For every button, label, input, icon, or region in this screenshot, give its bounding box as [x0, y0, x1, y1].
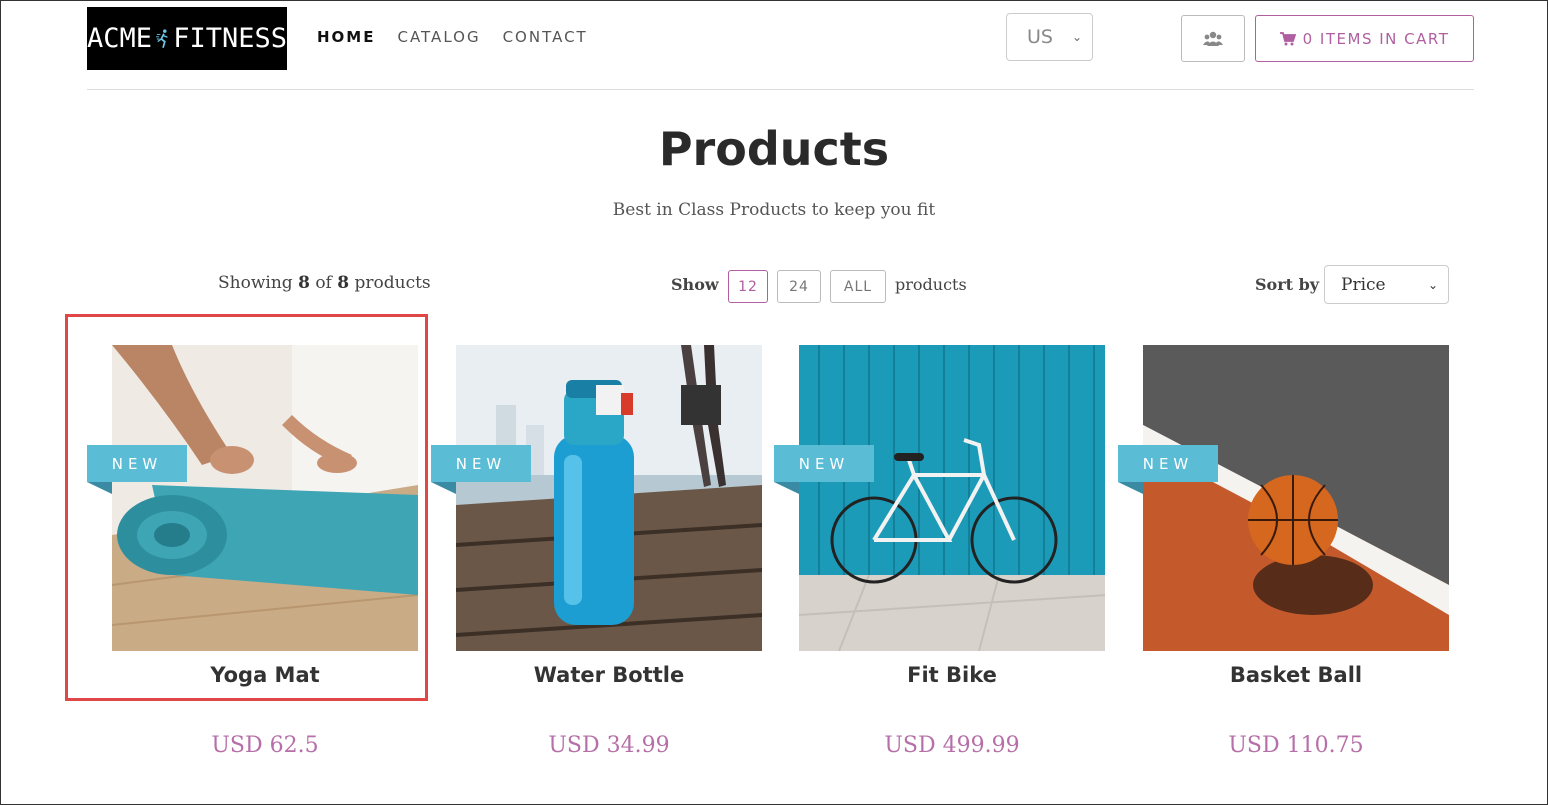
product-price: USD 62.5: [211, 733, 319, 758]
sort-select[interactable]: Price ⌄: [1324, 265, 1449, 304]
region-value: US: [1027, 26, 1053, 48]
region-select[interactable]: US ⌄: [1006, 13, 1093, 61]
cart-icon: [1279, 31, 1296, 45]
users-button[interactable]: [1181, 15, 1245, 62]
basketball-image[interactable]: [1143, 345, 1449, 651]
chevron-down-icon: ⌄: [1427, 277, 1438, 292]
cart-label: 0 ITEMS IN CART: [1302, 29, 1450, 48]
runner-icon: [156, 28, 168, 48]
page-title: Products: [658, 122, 890, 176]
new-badge: NEW: [431, 445, 531, 482]
showing-of: of: [315, 273, 332, 293]
new-badge: NEW: [87, 445, 187, 482]
page-size-all[interactable]: ALL: [830, 270, 886, 303]
showing-suffix: products: [354, 273, 431, 293]
page-size-12[interactable]: 12: [728, 270, 768, 303]
chevron-down-icon: ⌄: [1071, 30, 1082, 44]
users-icon: [1203, 31, 1223, 46]
water-bottle-image[interactable]: [456, 345, 762, 651]
product-card-basket-ball[interactable]: NEW Basket Ball USD 110.75: [1118, 345, 1449, 758]
nav-contact[interactable]: CONTACT: [503, 28, 588, 46]
header-divider: [87, 89, 1474, 90]
logo-text-right: FITNESS: [173, 23, 287, 54]
main-nav: HOME CATALOG CONTACT: [317, 28, 588, 46]
product-name[interactable]: Fit Bike: [799, 663, 1105, 687]
acme-fitness-logo[interactable]: ACME FITNESS: [87, 7, 287, 70]
showing-total: 8: [337, 273, 350, 293]
product-card-fit-bike[interactable]: NEW Fit Bike USD 499.99: [774, 345, 1105, 758]
selection-highlight: [65, 314, 428, 701]
logo-text-left: ACME: [87, 23, 153, 54]
page-size-24[interactable]: 24: [777, 270, 821, 303]
bike-image[interactable]: [799, 345, 1105, 651]
badge-fold: [774, 482, 799, 494]
product-name[interactable]: Basket Ball: [1143, 663, 1449, 687]
badge-fold: [1118, 482, 1143, 494]
nav-catalog[interactable]: CATALOG: [397, 28, 480, 46]
sort-label: Sort by: [1255, 275, 1320, 294]
nav-home[interactable]: HOME: [317, 28, 375, 46]
showing-count: Showing 8 of 8 products: [218, 273, 431, 293]
badge-fold: [87, 482, 112, 494]
sort-value: Price: [1341, 274, 1386, 295]
product-card-water-bottle[interactable]: NEW Water Bottle USD 34.99: [431, 345, 762, 758]
product-price: USD 34.99: [548, 733, 670, 758]
product-price: USD 499.99: [884, 733, 1020, 758]
product-price: USD 110.75: [1228, 733, 1364, 758]
product-name[interactable]: Water Bottle: [456, 663, 762, 687]
showing-prefix: Showing: [218, 273, 293, 293]
new-badge: NEW: [774, 445, 874, 482]
products-label: products: [895, 275, 967, 294]
show-label: Show: [671, 275, 719, 294]
new-badge: NEW: [1118, 445, 1218, 482]
showing-number: 8: [298, 273, 310, 293]
cart-button[interactable]: 0 ITEMS IN CART: [1255, 15, 1474, 62]
badge-fold: [431, 482, 456, 494]
page-subtitle: Best in Class Products to keep you fit: [612, 200, 936, 220]
